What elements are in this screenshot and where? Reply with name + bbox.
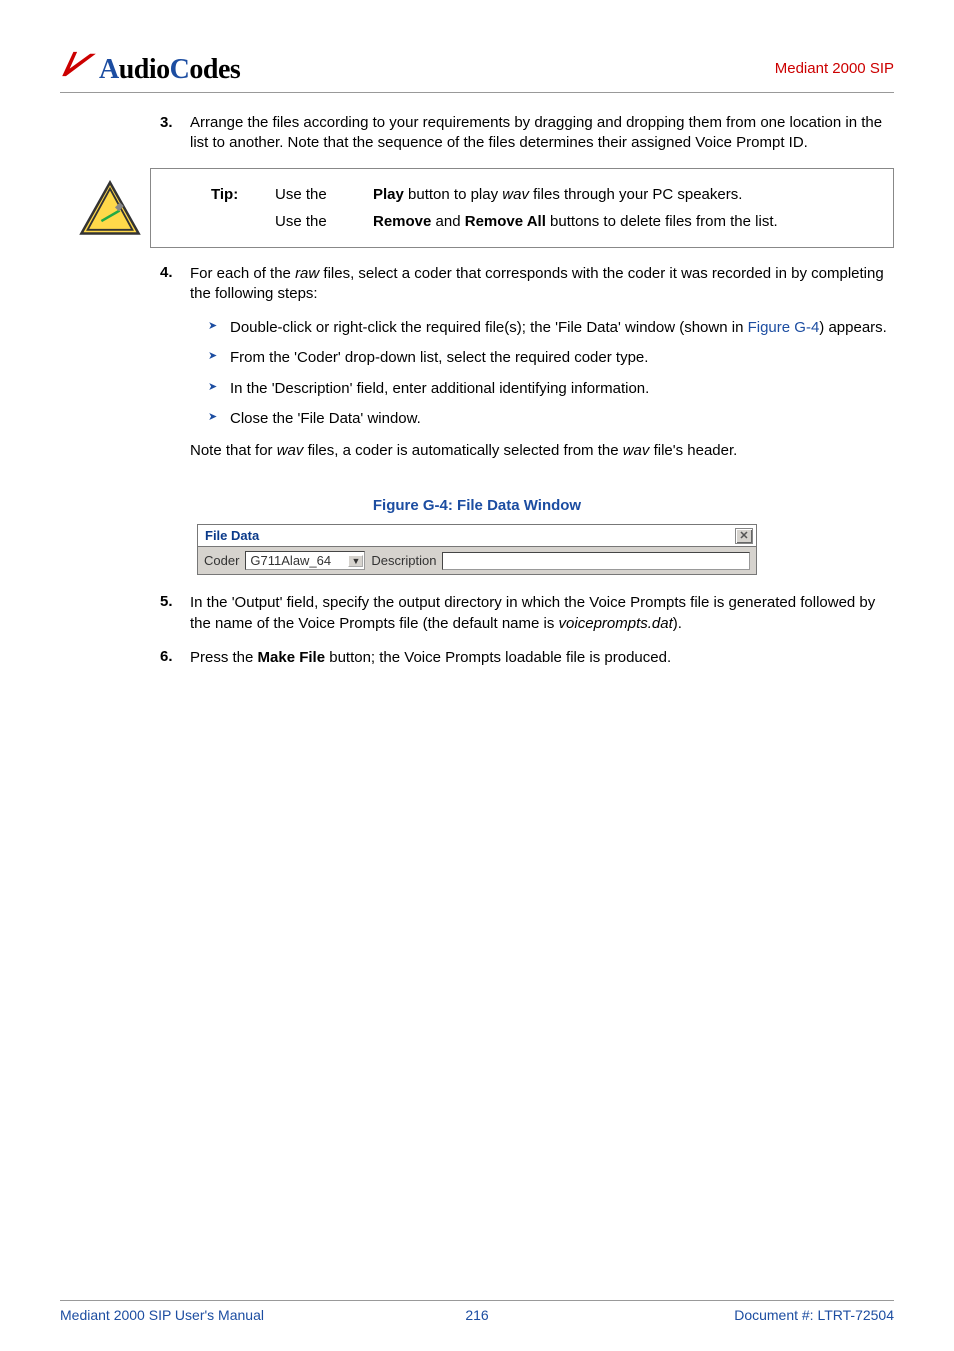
coder-label: Coder — [204, 553, 239, 568]
step4-text: For each of the raw files, select a code… — [190, 264, 894, 305]
tip-box: Tip: Use the Play button to play wav fil… — [150, 168, 894, 248]
step-number: 4. — [60, 264, 190, 476]
figure-caption: Figure G-4: File Data Window — [60, 497, 894, 514]
step-number: 3. — [60, 113, 190, 168]
bullet-3: In the 'Description' field, enter additi… — [208, 379, 894, 399]
bullet-4: Close the 'File Data' window. — [208, 409, 894, 429]
logo-mark — [60, 50, 98, 84]
page-footer: Mediant 2000 SIP User's Manual 216 Docum… — [60, 1300, 894, 1323]
tip-icon — [70, 168, 150, 248]
step4-note: Note that for wav files, a coder is auto… — [190, 441, 894, 461]
description-label: Description — [371, 553, 436, 568]
step3-text: Arrange the files according to your requ… — [190, 113, 894, 154]
window-title: File Data — [201, 526, 263, 545]
logo: AudioCodes — [60, 50, 240, 86]
chevron-down-icon: ▼ — [348, 555, 363, 567]
bullet-2: From the 'Coder' drop-down list, select … — [208, 348, 894, 368]
step-number: 5. — [60, 593, 190, 648]
close-icon[interactable]: ✕ — [735, 528, 753, 544]
bullet-1: Double-click or right-click the required… — [208, 318, 894, 338]
footer-page-number: 216 — [60, 1307, 894, 1323]
step-number: 6. — [60, 648, 190, 682]
file-data-window: File Data ✕ Coder G711Alaw_64 ▼ Descript… — [197, 524, 757, 575]
step5-text: In the 'Output' field, specify the outpu… — [190, 593, 894, 634]
tip-label: Tip: — [211, 181, 247, 208]
logo-text: AudioCodes — [99, 54, 240, 86]
coder-value: G711Alaw_64 — [250, 553, 331, 568]
step6-text: Press the Make File button; the Voice Pr… — [190, 648, 894, 668]
figure-link[interactable]: Figure G-4 — [748, 319, 820, 336]
description-input[interactable] — [442, 552, 750, 570]
coder-select[interactable]: G711Alaw_64 ▼ — [245, 551, 365, 570]
page-header: AudioCodes Mediant 2000 SIP — [60, 50, 894, 93]
header-doc-title: Mediant 2000 SIP — [775, 60, 894, 77]
